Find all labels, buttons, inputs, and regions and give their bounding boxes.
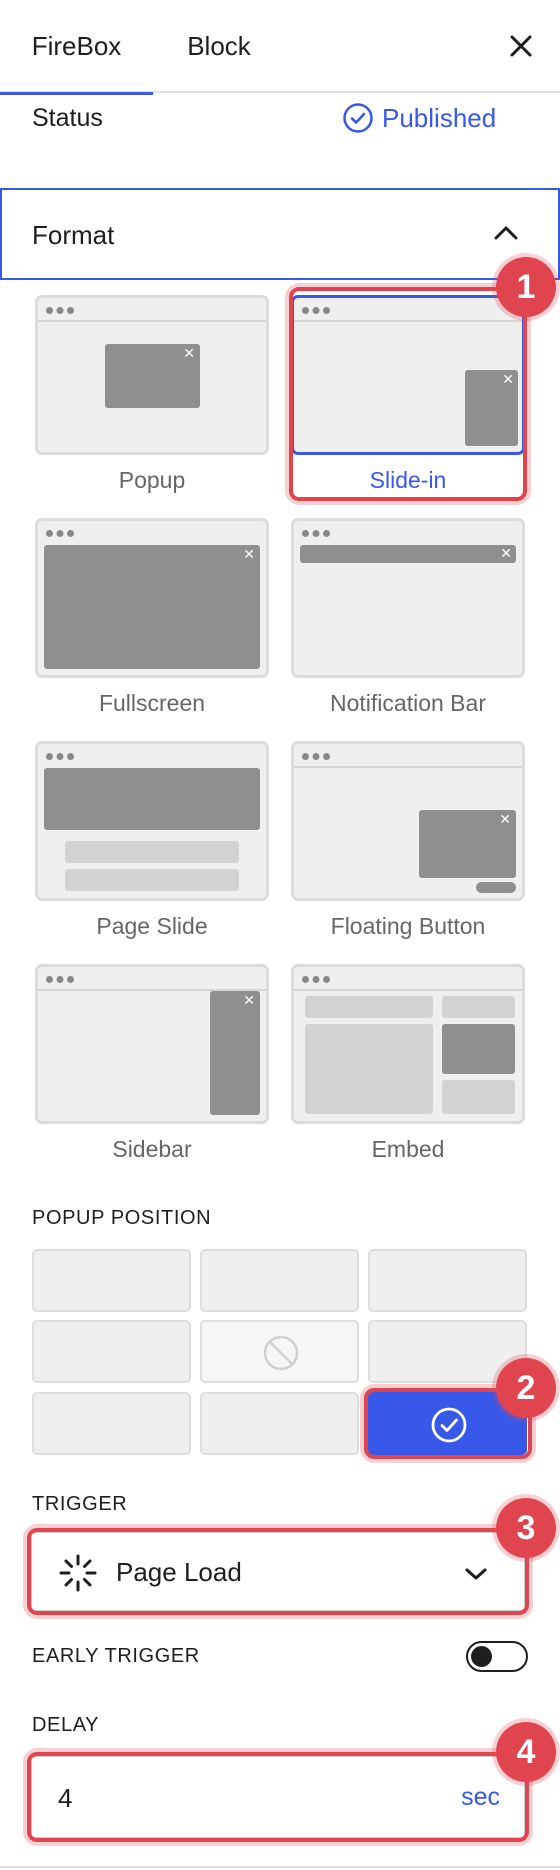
- chevron-up-icon: [494, 226, 518, 240]
- trigger-value: Page Load: [116, 1557, 242, 1587]
- fullscreen-thumbnail: ✕: [35, 518, 269, 678]
- format-option-slide-in[interactable]: ✕ Slide-in: [291, 295, 525, 493]
- early-trigger-title: EARLY TRIGGER: [32, 1645, 200, 1667]
- format-panel-toggle[interactable]: Format: [0, 188, 560, 280]
- status-published-link[interactable]: Published: [342, 101, 496, 135]
- floating-button-thumbnail: ✕: [291, 741, 525, 901]
- annotation-badge-1: 1: [496, 257, 556, 317]
- slide-in-thumbnail: ✕: [291, 295, 525, 455]
- position-center: [200, 1320, 359, 1383]
- popup-position-title: POPUP POSITION: [32, 1207, 212, 1229]
- position-top-center[interactable]: [200, 1249, 359, 1312]
- position-bottom-left[interactable]: [32, 1392, 191, 1455]
- position-top-left[interactable]: [32, 1249, 191, 1312]
- tab-firebox[interactable]: FireBox: [0, 0, 153, 95]
- check-circle-icon: [431, 1407, 467, 1443]
- format-option-label: Embed: [371, 1136, 445, 1162]
- annotation-badge-3: 3: [496, 1498, 556, 1558]
- format-option-popup[interactable]: ✕ Popup: [35, 295, 269, 493]
- delay-unit: sec: [461, 1783, 500, 1811]
- delay-title: DELAY: [32, 1714, 100, 1736]
- position-middle-left[interactable]: [32, 1320, 191, 1383]
- disabled-icon: [263, 1335, 299, 1371]
- position-top-right[interactable]: [368, 1249, 527, 1312]
- check-circle-icon: [343, 103, 373, 133]
- page-slide-thumbnail: [35, 741, 269, 901]
- delay-value: 4: [58, 1783, 73, 1813]
- notification-bar-thumbnail: ✕: [291, 518, 525, 678]
- format-option-label: Slide-in: [369, 467, 447, 493]
- status-value: Published: [382, 102, 497, 133]
- trigger-title: TRIGGER: [32, 1493, 128, 1515]
- early-trigger-toggle[interactable]: [466, 1641, 528, 1672]
- format-option-label: Floating Button: [330, 913, 486, 939]
- tab-block[interactable]: Block: [153, 0, 285, 93]
- popup-thumbnail: ✕: [35, 295, 269, 455]
- format-option-fullscreen[interactable]: ✕ Fullscreen: [35, 518, 269, 716]
- format-option-label: Notification Bar: [330, 690, 486, 716]
- close-icon[interactable]: [504, 29, 538, 63]
- toggle-knob: [471, 1646, 492, 1667]
- format-option-embed[interactable]: Embed: [291, 964, 525, 1162]
- format-option-label: Fullscreen: [98, 690, 206, 716]
- sidebar-thumbnail: ✕: [35, 964, 269, 1124]
- position-bottom-center[interactable]: [200, 1392, 359, 1455]
- delay-input[interactable]: 4 sec: [30, 1755, 526, 1839]
- embed-thumbnail: [291, 964, 525, 1124]
- sidebar-tabs: FireBox Block: [0, 0, 560, 95]
- format-option-sidebar[interactable]: ✕ Sidebar: [35, 964, 269, 1162]
- format-option-label: Popup: [118, 467, 186, 493]
- trigger-select[interactable]: Page Load: [30, 1531, 526, 1612]
- format-option-notification-bar[interactable]: ✕ Notification Bar: [291, 518, 525, 716]
- bottom-divider: [0, 1866, 560, 1868]
- annotation-badge-2: 2: [496, 1358, 556, 1418]
- loading-spinner-icon: [59, 1554, 97, 1592]
- format-option-label: Page Slide: [96, 913, 208, 939]
- chevron-down-icon: [465, 1568, 487, 1580]
- annotation-badge-4: 4: [496, 1722, 556, 1782]
- format-option-floating-button[interactable]: ✕ Floating Button: [291, 741, 525, 939]
- format-option-page-slide[interactable]: Page Slide: [35, 741, 269, 939]
- status-label: Status: [32, 104, 103, 132]
- format-panel-title: Format: [32, 220, 115, 250]
- format-option-label: Sidebar: [112, 1136, 192, 1162]
